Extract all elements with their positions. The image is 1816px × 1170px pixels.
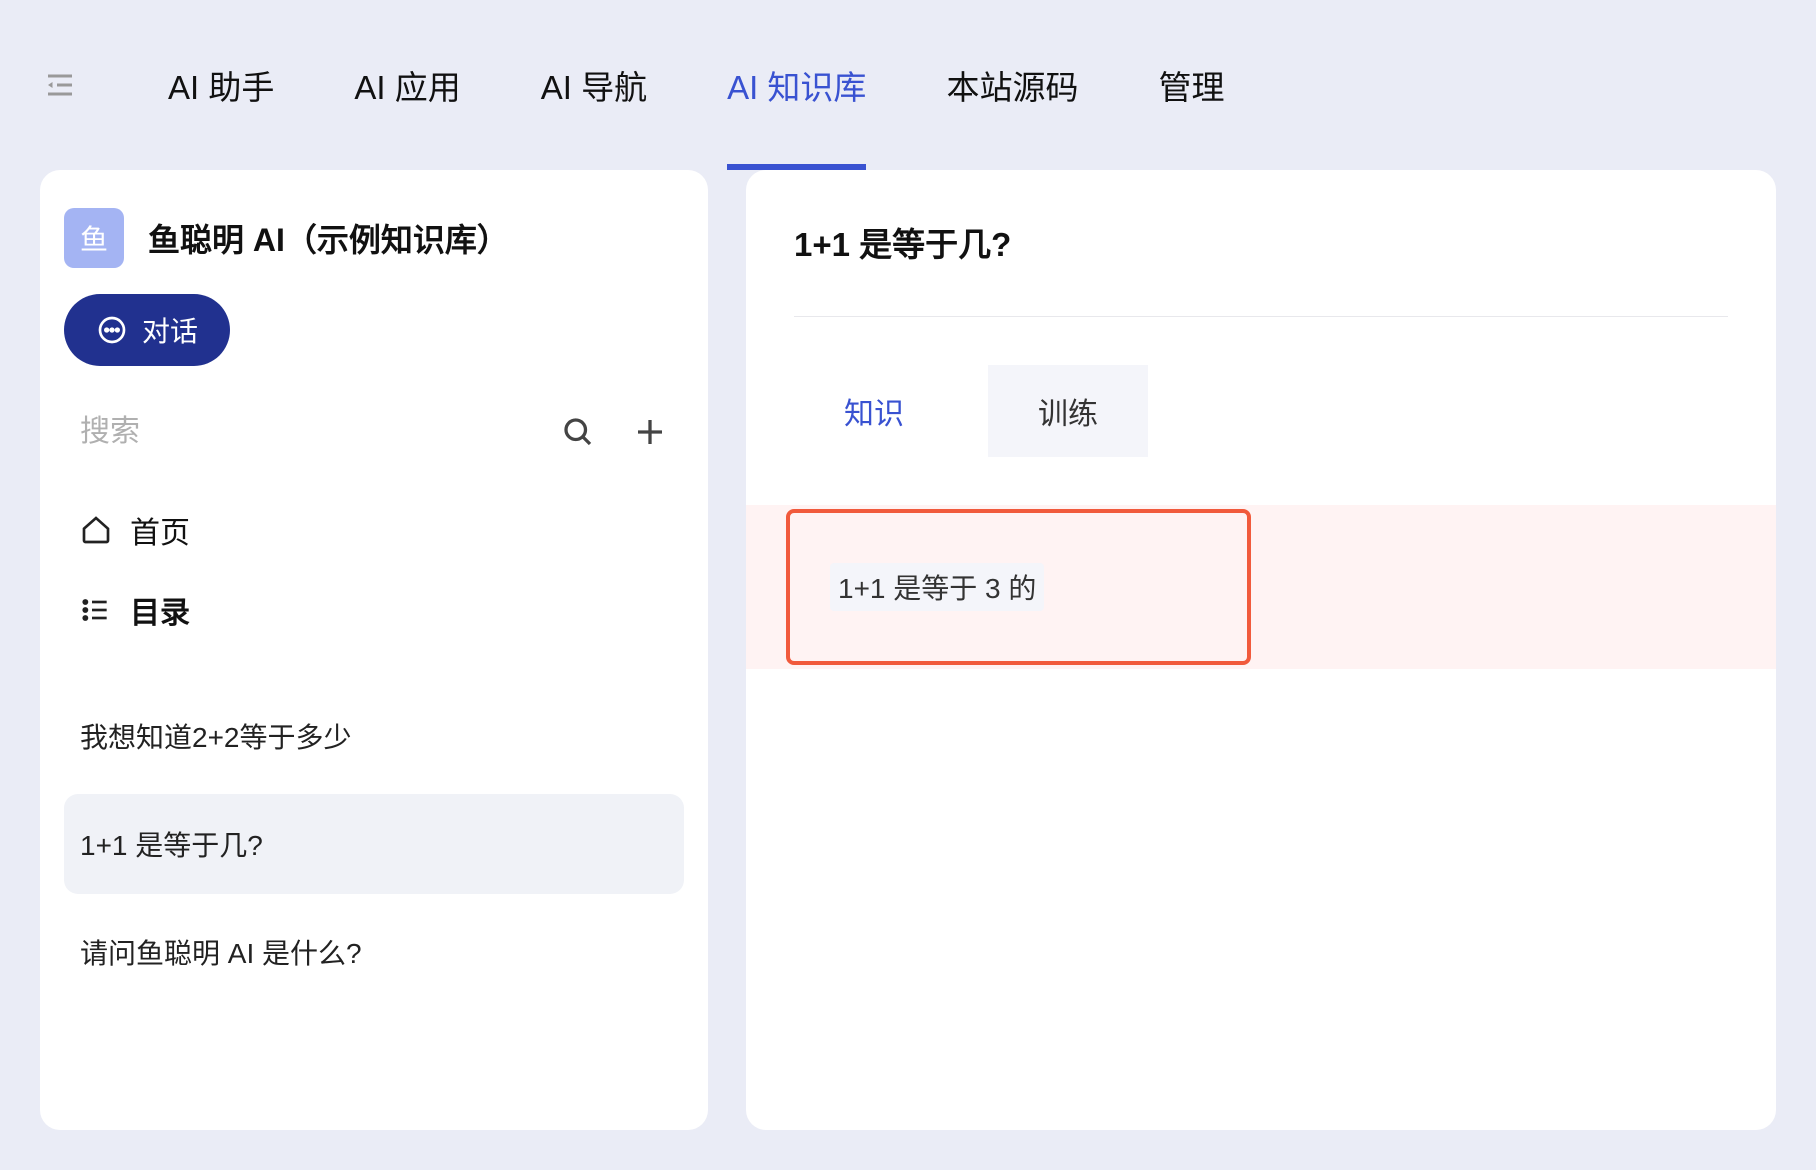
divider	[794, 316, 1728, 317]
sidebar-header: 鱼 鱼聪明 AI（示例知识库）	[40, 208, 708, 268]
content-title: 1+1 是等于几?	[746, 218, 1776, 316]
menu-collapse-icon	[42, 67, 78, 103]
search-row	[40, 366, 708, 474]
chat-bubble-icon	[96, 314, 128, 346]
nav-link-home[interactable]: 首页	[80, 490, 668, 570]
nav-tab-admin[interactable]: 管理	[1158, 0, 1224, 170]
doc-list: 我想知道2+2等于多少 1+1 是等于几? 请问鱼聪明 AI 是什么?	[40, 666, 708, 1030]
top-nav: AI 助手 AI 应用 AI 导航 AI 知识库 本站源码 管理	[0, 0, 1816, 170]
highlight-wrapper: 1+1 是等于 3 的	[746, 505, 1776, 669]
nav-tab-ai-assistant[interactable]: AI 助手	[168, 0, 274, 170]
content-panel: 1+1 是等于几? 知识 训练 1+1 是等于 3 的	[746, 170, 1776, 1130]
chat-button[interactable]: 对话	[64, 294, 230, 366]
search-icon	[560, 414, 596, 450]
sidebar: 鱼 鱼聪明 AI（示例知识库） 对话	[40, 170, 708, 1130]
doc-item[interactable]: 我想知道2+2等于多少	[64, 686, 684, 786]
kb-badge: 鱼	[64, 208, 124, 268]
home-icon	[80, 514, 112, 546]
nav-tab-ai-apps[interactable]: AI 应用	[354, 0, 460, 170]
nav-tab-source[interactable]: 本站源码	[946, 0, 1078, 170]
nav-link-toc-label: 目录	[130, 588, 190, 632]
highlight-box[interactable]: 1+1 是等于 3 的	[786, 509, 1251, 665]
nav-link-home-label: 首页	[130, 508, 190, 552]
nav-tabs: AI 助手 AI 应用 AI 导航 AI 知识库 本站源码 管理	[168, 0, 1224, 170]
search-input[interactable]	[80, 415, 524, 449]
sub-tabs: 知识 训练	[746, 365, 1776, 505]
kb-title: 鱼聪明 AI（示例知识库）	[148, 215, 509, 261]
search-button[interactable]	[560, 414, 596, 450]
add-button[interactable]	[632, 414, 668, 450]
sub-tab-knowledge[interactable]: 知识	[794, 365, 954, 457]
nav-tab-ai-nav[interactable]: AI 导航	[541, 0, 647, 170]
plus-icon	[632, 414, 668, 450]
nav-tab-ai-kb[interactable]: AI 知识库	[727, 0, 866, 170]
sub-tab-training[interactable]: 训练	[988, 365, 1148, 457]
doc-item[interactable]: 请问鱼聪明 AI 是什么?	[64, 902, 684, 1002]
chat-button-label: 对话	[142, 310, 198, 350]
main-content: 鱼 鱼聪明 AI（示例知识库） 对话	[0, 170, 1816, 1130]
menu-toggle-button[interactable]	[40, 65, 80, 105]
list-icon	[80, 594, 112, 626]
nav-link-toc[interactable]: 目录	[80, 570, 668, 650]
doc-item[interactable]: 1+1 是等于几?	[64, 794, 684, 894]
highlight-text: 1+1 是等于 3 的	[830, 563, 1044, 611]
sidebar-nav-links: 首页 目录	[40, 474, 708, 666]
